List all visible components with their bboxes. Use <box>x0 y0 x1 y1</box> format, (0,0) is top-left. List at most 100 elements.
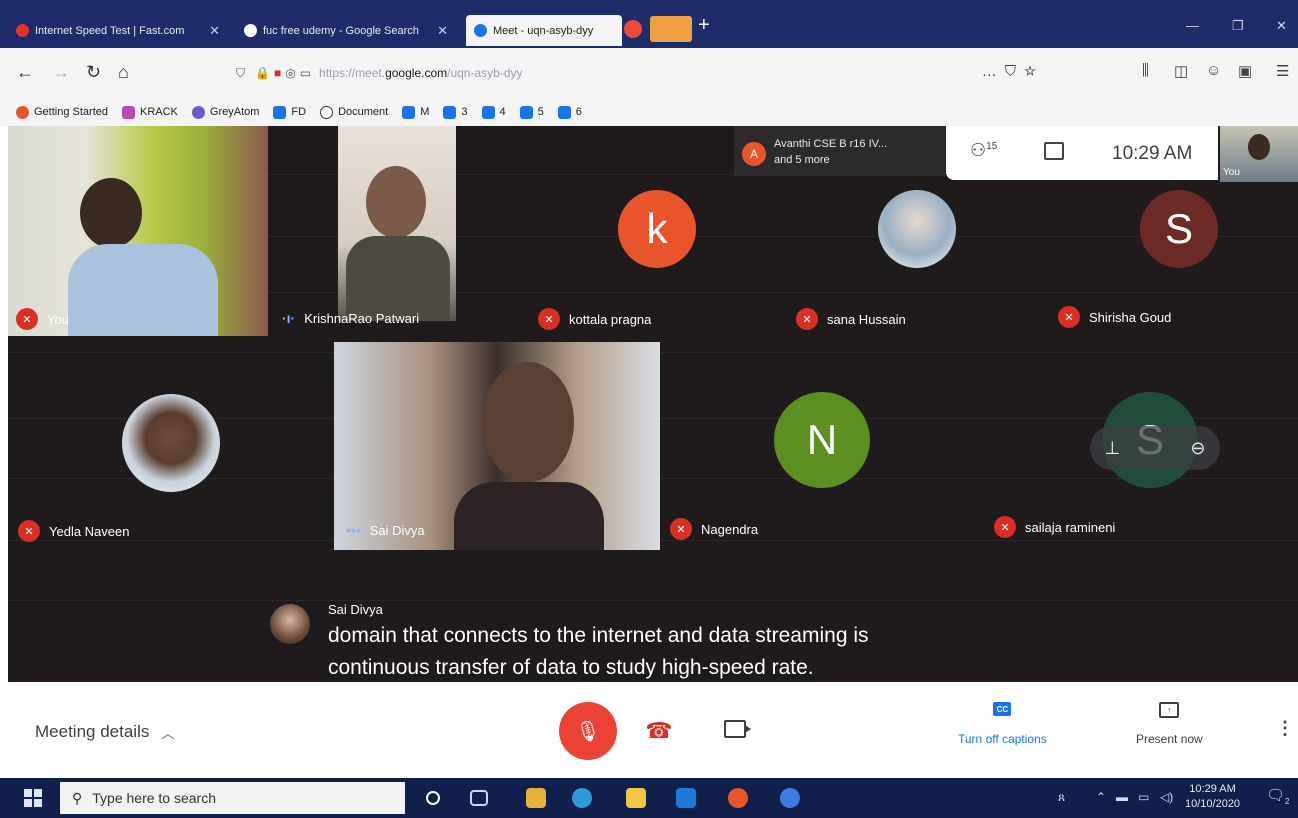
caption-line: domain that connects to the internet and… <box>328 624 869 647</box>
tab-fast-com[interactable]: Internet Speed Test | Fast.com ✕ <box>8 15 228 46</box>
back-icon[interactable]: ← <box>16 62 34 83</box>
present-now-button[interactable]: ↑ Present now <box>1136 702 1203 746</box>
participant-name: Nagendra <box>701 521 759 537</box>
camera-toggle-button[interactable] <box>724 720 751 738</box>
pin-icon[interactable]: ⊥ <box>1105 438 1121 459</box>
close-icon[interactable]: ✕ <box>437 23 448 39</box>
notification-icon[interactable]: 🗨2 <box>1266 786 1290 806</box>
globe-icon <box>320 105 334 119</box>
person-shirt <box>454 482 604 550</box>
caption-line: continuous transfer of data to study hig… <box>328 656 814 679</box>
extension-icon[interactable]: ▣ <box>1238 62 1252 80</box>
system-time: 10:29 AM <box>1189 783 1236 795</box>
mic-off-icon: ✕ <box>1058 306 1080 328</box>
mic-off-icon: ✕ <box>994 516 1016 538</box>
mic-off-icon: ✕ <box>796 308 818 330</box>
bookmark-6[interactable]: 6 <box>557 105 582 119</box>
mail-icon[interactable] <box>676 788 696 808</box>
tab-google-search[interactable]: fuc free udemy - Google Search ✕ <box>236 15 456 46</box>
network-icon[interactable]: ▭ <box>1138 790 1149 804</box>
bookmark-getting-started[interactable]: Getting Started <box>16 105 108 119</box>
lock-icon[interactable]: 🔒 <box>255 66 270 80</box>
file-explorer-icon[interactable] <box>626 788 646 808</box>
firefox-icon <box>16 105 29 119</box>
meet-video-grid: ✕ You ·ı· KrishnaRao Patwari k ✕ kottala pr… <box>8 126 1298 682</box>
chrome-canary-icon[interactable] <box>780 788 800 808</box>
volume-icon[interactable]: ◁) <box>1160 790 1173 804</box>
cortana-icon[interactable] <box>426 791 440 805</box>
bookmark-3[interactable]: 3 <box>443 105 468 119</box>
people-button[interactable]: ⚇15 <box>970 140 997 161</box>
captions-button[interactable]: CC Turn off captions <box>958 702 1047 746</box>
forward-icon[interactable]: → <box>52 62 70 83</box>
participant-video <box>338 126 456 321</box>
mic-permission-icon[interactable]: ◎ <box>285 66 295 80</box>
phone-hangup-icon: ☎ <box>645 718 673 743</box>
library-icon[interactable]: ⫼ <box>1142 62 1149 79</box>
reload-icon[interactable]: ↻ <box>86 62 101 83</box>
account-icon[interactable]: ☺ <box>1206 62 1221 79</box>
remove-icon[interactable]: ⊖ <box>1190 438 1205 459</box>
meet-top-right-panel: ⚇15 10:29 AM <box>946 126 1218 180</box>
bookmark-krack[interactable]: KRACK <box>122 105 178 119</box>
windows-start-icon[interactable] <box>24 789 42 807</box>
chat-icon[interactable] <box>1044 142 1064 160</box>
restore-icon[interactable]: ❐ <box>1232 18 1244 34</box>
avatar <box>122 394 220 492</box>
mic-toggle-button[interactable]: 🎙 <box>559 702 617 760</box>
notification-count: 2 <box>1285 797 1290 806</box>
folder-icon <box>481 105 495 119</box>
tile-hover-controls[interactable]: ⊥ S ⊖ <box>1090 426 1220 470</box>
leave-call-button[interactable]: ☎ <box>645 718 673 744</box>
url-host: google.com <box>385 66 448 80</box>
close-icon[interactable]: ✕ <box>209 23 220 39</box>
bookmark-greyatom[interactable]: GreyAtom <box>191 105 259 119</box>
search-placeholder: Type here to search <box>92 790 217 806</box>
edge-icon[interactable] <box>572 788 592 808</box>
meet-controls-bar: Meeting details ︿ 🎙 ☎ CC Turn off captio… <box>0 682 1298 778</box>
firefox-sharing-icon[interactable] <box>624 20 642 38</box>
greyatom-icon <box>191 105 205 119</box>
task-view-icon[interactable] <box>470 790 488 806</box>
url-protocol: https://meet. <box>319 66 386 80</box>
bookmark-fd[interactable]: FD <box>273 105 306 119</box>
sidebar-icon[interactable]: ◫ <box>1174 62 1188 80</box>
bookmark-m[interactable]: M <box>402 105 429 119</box>
system-clock[interactable]: 10:29 AM 10/10/2020 <box>1185 782 1240 812</box>
battery-icon[interactable]: ▬ <box>1116 790 1128 804</box>
minimize-icon[interactable]: — <box>1186 18 1199 33</box>
home-icon[interactable]: ⌂ <box>118 62 129 83</box>
taskbar-search-input[interactable]: ⚲ Type here to search <box>60 782 405 814</box>
participant-name: Yedla Naveen <box>49 523 130 539</box>
tab-meet[interactable]: Meet - uqn-asyb-dyy <box>466 15 622 46</box>
folder-icon <box>519 105 533 119</box>
address-bar[interactable]: ⛉ 🔒 ■ ◎ ▭ https://meet. google.com/uqn-as… <box>226 57 1056 89</box>
meet-icon <box>474 24 487 37</box>
folder-icon <box>402 105 416 119</box>
avatar: A <box>742 142 766 166</box>
more-options-icon[interactable]: ⋮ <box>1276 718 1294 739</box>
self-view-thumbnail[interactable]: You <box>1220 126 1298 182</box>
presenting-chip[interactable]: A Avanthi CSE B r16 IV... and 5 more <box>734 126 954 176</box>
microsoft-store-icon[interactable] <box>526 788 546 808</box>
menu-icon[interactable]: ☰ <box>1276 62 1289 80</box>
person-head <box>366 166 426 238</box>
camera-sharing-indicator-icon[interactable] <box>650 16 692 42</box>
new-tab-button[interactable]: + <box>698 14 710 37</box>
chevron-up-icon[interactable]: ⌃ <box>1096 790 1106 804</box>
people-tray-icon[interactable]: ጸ <box>1058 790 1065 805</box>
shield-icon[interactable]: ⛉ <box>236 66 245 81</box>
firefox-icon[interactable] <box>728 788 748 808</box>
camera-permission-icon[interactable]: ■ <box>274 66 281 80</box>
tab-title: Internet Speed Test | Fast.com <box>35 24 185 37</box>
url-path: /uqn-asyb-dyy <box>447 66 523 80</box>
tab-title: fuc free udemy - Google Search <box>263 24 419 37</box>
bookmark-5[interactable]: 5 <box>519 105 544 119</box>
page-actions[interactable]: …⛉☆ <box>982 63 1044 80</box>
meeting-details-button[interactable]: Meeting details ︿ <box>35 722 174 742</box>
bookmark-document[interactable]: Document <box>320 105 388 119</box>
close-window-icon[interactable]: ✕ <box>1276 18 1287 34</box>
bookmark-4[interactable]: 4 <box>481 105 506 119</box>
windows-taskbar: ⚲ Type here to search ጸ ⌃ ▬ ▭ ◁) 10:29 A… <box>0 778 1298 818</box>
screen-share-permission-icon[interactable]: ▭ <box>300 66 311 80</box>
